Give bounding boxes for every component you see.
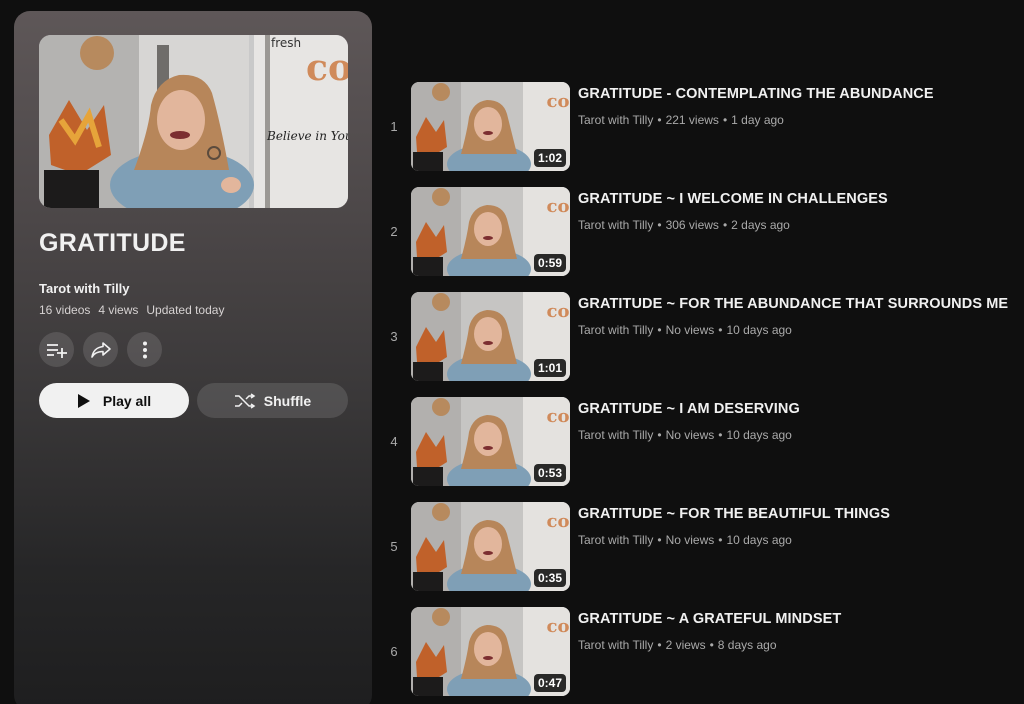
- video-title[interactable]: GRATITUDE ~ A GRATEFUL MINDSET: [578, 611, 841, 627]
- hero-letters-graphic: co: [306, 47, 348, 89]
- more-options-button[interactable]: [127, 332, 162, 367]
- thumbnail-letters-graphic: co: [547, 616, 570, 637]
- video-duration: 1:02: [533, 149, 566, 167]
- more-vert-icon: [142, 341, 147, 358]
- video-meta: Tarot with Tilly • No views • 10 days ago: [578, 428, 792, 442]
- video-duration: 0:53: [533, 464, 566, 482]
- video-views: No views: [665, 428, 715, 442]
- video-index: 2: [390, 224, 398, 239]
- thumbnail-letters-graphic: co: [547, 91, 570, 112]
- thumbnail-letters-graphic: co: [547, 196, 570, 217]
- share-button[interactable]: [83, 332, 118, 367]
- playlist-header-panel: fresh co Believe in Yourself GRATITUDE T…: [14, 11, 372, 704]
- video-views: No views: [665, 533, 715, 547]
- playlist-video-list: 1 co 1:02 GRATITUDE - CONTEMPLATING THE …: [384, 81, 1024, 704]
- playlist-views: 4 views: [98, 303, 139, 317]
- add-to-queue-icon: [46, 343, 67, 358]
- video-meta: Tarot with Tilly • 221 views • 1 day ago: [578, 113, 784, 127]
- share-icon: [90, 341, 111, 358]
- video-channel[interactable]: Tarot with Tilly: [578, 638, 653, 652]
- video-title[interactable]: GRATITUDE ~ FOR THE BEAUTIFUL THINGS: [578, 506, 890, 522]
- thumbnail-letters-graphic: co: [547, 301, 570, 322]
- playlist-action-icons: [39, 332, 162, 367]
- playlist-meta: 16 videos 4 views Updated today: [39, 303, 224, 317]
- video-meta: Tarot with Tilly • 2 views • 8 days ago: [578, 638, 777, 652]
- video-duration: 0:59: [533, 254, 566, 272]
- hero-poster-text: Believe in Yourself: [266, 129, 348, 143]
- video-row[interactable]: 1 co 1:02 GRATITUDE - CONTEMPLATING THE …: [384, 81, 1024, 186]
- video-views: 221 views: [665, 113, 719, 127]
- meta-separator: •: [709, 638, 714, 652]
- meta-separator: •: [718, 533, 723, 547]
- play-all-button[interactable]: Play all: [39, 383, 189, 418]
- meta-separator: •: [722, 218, 728, 232]
- meta-separator: •: [657, 218, 662, 232]
- video-age: 10 days ago: [726, 323, 792, 337]
- hero-sign-text: fresh: [271, 36, 301, 50]
- video-index: 6: [390, 644, 398, 659]
- video-index: 1: [390, 119, 398, 134]
- video-meta: Tarot with Tilly • No views • 10 days ago: [578, 323, 792, 337]
- hero-image: fresh co Believe in Yourself: [39, 35, 348, 208]
- thumbnail-letters-graphic: co: [547, 511, 570, 532]
- video-age: 1 day ago: [731, 113, 784, 127]
- video-age: 8 days ago: [717, 638, 777, 652]
- video-thumbnail[interactable]: co 0:47: [411, 607, 570, 696]
- video-title[interactable]: GRATITUDE ~ I WELCOME IN CHALLENGES: [578, 191, 888, 207]
- shuffle-button[interactable]: Shuffle: [197, 383, 348, 418]
- playlist-channel-link[interactable]: Tarot with Tilly: [39, 281, 130, 296]
- meta-separator: •: [722, 113, 728, 127]
- playlist-title: GRATITUDE: [39, 229, 186, 257]
- meta-separator: •: [657, 428, 662, 442]
- playlist-updated: Updated today: [146, 303, 225, 317]
- video-row[interactable]: 5 co 0:35 GRATITUDE ~ FOR THE BEAUTIFUL …: [384, 501, 1024, 606]
- shuffle-icon: [234, 392, 256, 409]
- video-title[interactable]: GRATITUDE ~ FOR THE ABUNDANCE THAT SURRO…: [578, 296, 1008, 312]
- video-meta: Tarot with Tilly • No views • 10 days ago: [578, 533, 792, 547]
- meta-separator: •: [657, 323, 662, 337]
- video-thumbnail[interactable]: co 1:01: [411, 292, 570, 381]
- video-row[interactable]: 2 co 0:59 GRATITUDE ~ I WELCOME IN CHALL…: [384, 186, 1024, 291]
- shuffle-label: Shuffle: [263, 392, 312, 409]
- video-age: 2 days ago: [731, 218, 790, 232]
- thumbnail-letters-graphic: co: [547, 406, 570, 427]
- meta-separator: •: [718, 428, 723, 442]
- video-age: 10 days ago: [726, 533, 792, 547]
- video-channel[interactable]: Tarot with Tilly: [578, 113, 653, 127]
- video-channel[interactable]: Tarot with Tilly: [578, 533, 653, 547]
- meta-separator: •: [718, 323, 723, 337]
- video-channel[interactable]: Tarot with Tilly: [578, 428, 653, 442]
- meta-separator: •: [657, 638, 662, 652]
- video-views: 306 views: [665, 218, 719, 232]
- video-row[interactable]: 3 co 1:01 GRATITUDE ~ FOR THE ABUNDANCE …: [384, 291, 1024, 396]
- video-duration: 0:35: [533, 569, 566, 587]
- video-meta: Tarot with Tilly • 306 views • 2 days ago: [578, 218, 790, 232]
- video-channel[interactable]: Tarot with Tilly: [578, 323, 653, 337]
- video-row[interactable]: 4 co 0:53 GRATITUDE ~ I AM DESERVING Tar…: [384, 396, 1024, 501]
- video-channel[interactable]: Tarot with Tilly: [578, 218, 653, 232]
- add-to-queue-button[interactable]: [39, 332, 74, 367]
- video-thumbnail[interactable]: co 0:53: [411, 397, 570, 486]
- play-all-label: Play all: [102, 392, 152, 409]
- video-duration: 0:47: [533, 674, 566, 692]
- video-index: 4: [390, 434, 398, 449]
- video-title[interactable]: GRATITUDE ~ I AM DESERVING: [578, 401, 800, 417]
- video-count: 16 videos: [39, 303, 91, 317]
- video-thumbnail[interactable]: co 0:35: [411, 502, 570, 591]
- video-index: 3: [390, 329, 398, 344]
- video-index: 5: [390, 539, 398, 554]
- video-duration: 1:01: [533, 359, 566, 377]
- video-thumbnail[interactable]: co 1:02: [411, 82, 570, 171]
- video-thumbnail[interactable]: co 0:59: [411, 187, 570, 276]
- video-row[interactable]: 6 co 0:47 GRATITUDE ~ A GRATEFUL MINDSET…: [384, 606, 1024, 704]
- meta-separator: •: [657, 533, 662, 547]
- meta-separator: •: [657, 113, 662, 127]
- video-views: 2 views: [665, 638, 706, 652]
- play-icon: [77, 393, 90, 408]
- playlist-hero-thumbnail[interactable]: fresh co Believe in Yourself: [39, 35, 348, 208]
- video-views: No views: [665, 323, 715, 337]
- video-title[interactable]: GRATITUDE - CONTEMPLATING THE ABUNDANCE: [578, 86, 934, 102]
- video-age: 10 days ago: [726, 428, 792, 442]
